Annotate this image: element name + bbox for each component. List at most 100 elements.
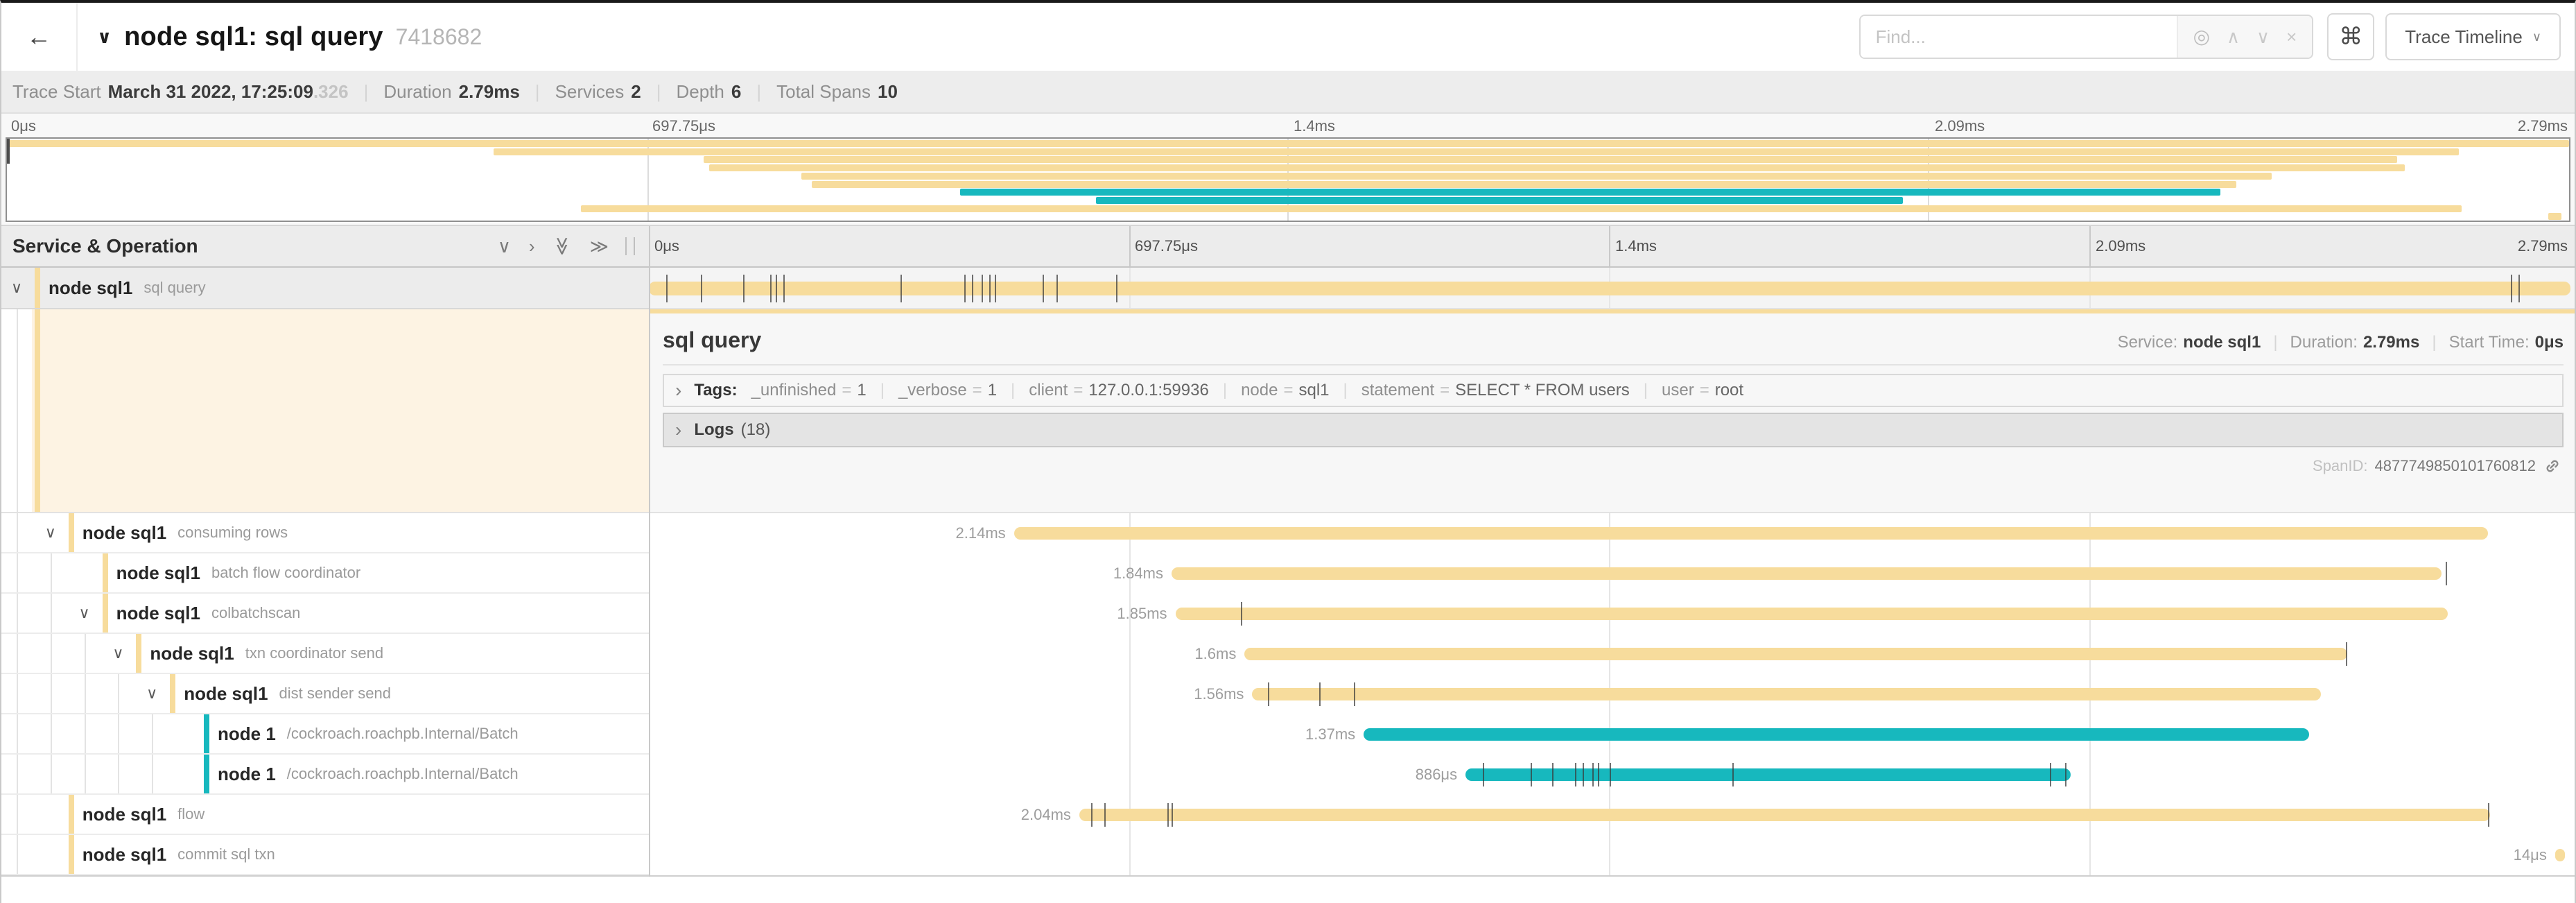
tag-separator: | — [1644, 381, 1648, 399]
span-timeline-inner: 1.6ms — [649, 634, 2570, 674]
log-marker-tick — [995, 275, 996, 302]
span-name-cell[interactable]: ∨node sql1consuming rows — [1, 513, 649, 553]
trace-view-selector-button[interactable]: Trace Timeline ∨ — [2385, 13, 2561, 60]
span-bar[interactable] — [649, 282, 2570, 295]
span-timeline-cell[interactable]: 1.84ms — [649, 553, 2575, 594]
chevron-down-icon: ∨ — [2532, 30, 2541, 44]
span-row[interactable]: ∨node sql1dist sender send 1.56ms — [1, 674, 2575, 714]
span-row[interactable]: ∨ node sql1sql query — [1, 268, 2575, 309]
tree-guide-line — [51, 674, 52, 713]
logs-accordion[interactable]: › Logs (18) — [663, 413, 2564, 447]
span-row[interactable]: node sql1batch flow coordinator1.84ms — [1, 553, 2575, 594]
tree-guide-line — [118, 755, 119, 793]
span-id-label: SpanID: — [2313, 457, 2368, 475]
span-timeline-inner: 14μs — [649, 835, 2570, 875]
tags-accordion[interactable]: › Tags: _unfinished=1|_verbose=1|client=… — [663, 374, 2564, 407]
expand-collapse-chevron-icon[interactable]: ∨ — [75, 594, 94, 633]
logs-label: Logs — [694, 420, 733, 440]
match-highlight-icon[interactable]: ◎ — [2193, 27, 2210, 46]
span-detail-region: sql query Service:node sql1|Duration:2.7… — [1, 309, 2575, 513]
span-bar[interactable] — [1176, 608, 2448, 620]
tag-equals: = — [1440, 381, 1450, 399]
log-marker-tick — [1531, 763, 1532, 786]
span-name-cell[interactable]: node sql1commit sql txn — [1, 835, 649, 875]
span-row[interactable]: node 1/cockroach.roachpb.Internal/Batch 8… — [1, 755, 2575, 795]
span-bar[interactable] — [1252, 688, 2320, 700]
span-name-cell[interactable]: node sql1flow — [1, 795, 649, 835]
span-timeline-inner: 886μs — [649, 755, 2570, 795]
expand-collapse-chevron-icon[interactable]: ∨ — [108, 634, 128, 673]
copy-link-icon[interactable] — [2544, 458, 2561, 474]
expand-collapse-chevron-icon[interactable]: ∨ — [7, 268, 26, 308]
stat-value: 10 — [878, 81, 898, 102]
span-timeline-inner: 1.85ms — [649, 594, 2570, 634]
back-button[interactable]: ← — [1, 3, 78, 71]
span-name-cell[interactable]: ∨ node sql1sql query — [1, 268, 649, 309]
expand-one-icon[interactable]: › — [529, 237, 535, 255]
minimap-canvas[interactable] — [6, 137, 2570, 222]
span-name-cell[interactable]: node 1/cockroach.roachpb.Internal/Batch — [1, 714, 649, 755]
span-names: node sql1sql query — [49, 268, 206, 308]
span-timeline-cell[interactable]: 2.14ms — [649, 513, 2575, 553]
collapse-one-icon[interactable]: ∨ — [498, 237, 511, 255]
log-marker-tick — [2050, 763, 2051, 786]
span-bar[interactable] — [1172, 567, 2442, 580]
span-row[interactable]: ∨node sql1consuming rows2.14ms — [1, 513, 2575, 553]
log-marker-tick — [1552, 763, 1554, 786]
span-timeline-cell[interactable]: 2.04ms — [649, 795, 2575, 835]
span-bar[interactable] — [1079, 809, 2490, 821]
span-name-cell[interactable]: node sql1batch flow coordinator — [1, 553, 649, 594]
tag-value: root — [1715, 381, 1743, 399]
collapse-all-icon[interactable]: ≫ — [553, 237, 571, 255]
column-divider[interactable] — [649, 226, 650, 877]
meta-label: Start Time: — [2449, 333, 2530, 352]
span-bar[interactable] — [1244, 648, 2347, 660]
minimap-drag-handle[interactable] — [7, 139, 10, 164]
span-timeline-cell[interactable]: 14μs — [649, 835, 2575, 875]
span-name-cell[interactable]: ∨node sql1txn coordinator send — [1, 634, 649, 674]
stat-label: Duration — [383, 81, 451, 102]
meta-value: node sql1 — [2183, 333, 2261, 352]
collapse-trace-chevron-icon[interactable]: ∨ — [97, 26, 112, 48]
span-duration-label: 1.56ms — [1194, 674, 1244, 714]
span-row[interactable]: ∨node sql1colbatchscan1.85ms — [1, 594, 2575, 634]
expand-collapse-chevron-icon[interactable]: ∨ — [142, 674, 162, 713]
find-input[interactable] — [1861, 16, 2177, 58]
span-timeline-cell[interactable]: 1.37ms — [649, 714, 2575, 755]
tree-guide-line — [85, 674, 86, 713]
span-row[interactable]: node sql1commit sql txn14μs — [1, 835, 2575, 875]
span-timeline-inner — [649, 268, 2570, 308]
span-row[interactable]: ∨node sql1txn coordinator send1.6ms — [1, 634, 2575, 674]
span-name-cell[interactable]: ∨node sql1dist sender send — [1, 674, 649, 714]
trace-minimap-section: 0μs697.75μs1.4ms2.09ms2.79ms — [1, 114, 2575, 225]
meta-value: 2.79ms — [2363, 333, 2419, 352]
span-bar[interactable] — [2555, 849, 2565, 861]
column-resizer-grip[interactable] — [625, 237, 635, 255]
minimap-span-bar — [1096, 197, 1903, 204]
log-marker-tick — [1732, 763, 1734, 786]
next-result-icon[interactable]: ∨ — [2256, 28, 2270, 46]
prev-result-icon[interactable]: ∧ — [2227, 28, 2240, 46]
expand-all-icon[interactable]: ≫ — [590, 237, 609, 255]
span-timeline-cell[interactable]: 1.85ms — [649, 594, 2575, 634]
span-timeline-inner: 1.37ms — [649, 714, 2570, 755]
span-timeline-cell[interactable]: 1.6ms — [649, 634, 2575, 674]
span-names: node 1/cockroach.roachpb.Internal/Batch — [218, 755, 519, 793]
keyboard-shortcuts-button[interactable]: ⌘ — [2327, 13, 2374, 60]
span-color-strip — [69, 513, 74, 552]
span-bar[interactable] — [1364, 728, 2309, 741]
span-name-cell[interactable]: node 1/cockroach.roachpb.Internal/Batch — [1, 755, 649, 795]
span-row[interactable]: node sql1flow2.04ms — [1, 795, 2575, 835]
log-marker-tick — [2518, 275, 2520, 302]
span-bar[interactable] — [1014, 527, 2488, 540]
span-row[interactable]: node 1/cockroach.roachpb.Internal/Batch1… — [1, 714, 2575, 755]
clear-search-icon[interactable]: × — [2286, 28, 2297, 46]
expand-collapse-chevron-icon[interactable]: ∨ — [41, 513, 60, 552]
span-bar[interactable] — [1465, 768, 2071, 781]
span-timeline-cell[interactable] — [649, 268, 2575, 309]
log-marker-tick — [743, 275, 745, 302]
tag-equals: = — [973, 381, 982, 399]
span-timeline-cell[interactable]: 1.56ms — [649, 674, 2575, 714]
span-name-cell[interactable]: ∨node sql1colbatchscan — [1, 594, 649, 634]
span-timeline-cell[interactable]: 886μs — [649, 755, 2575, 795]
